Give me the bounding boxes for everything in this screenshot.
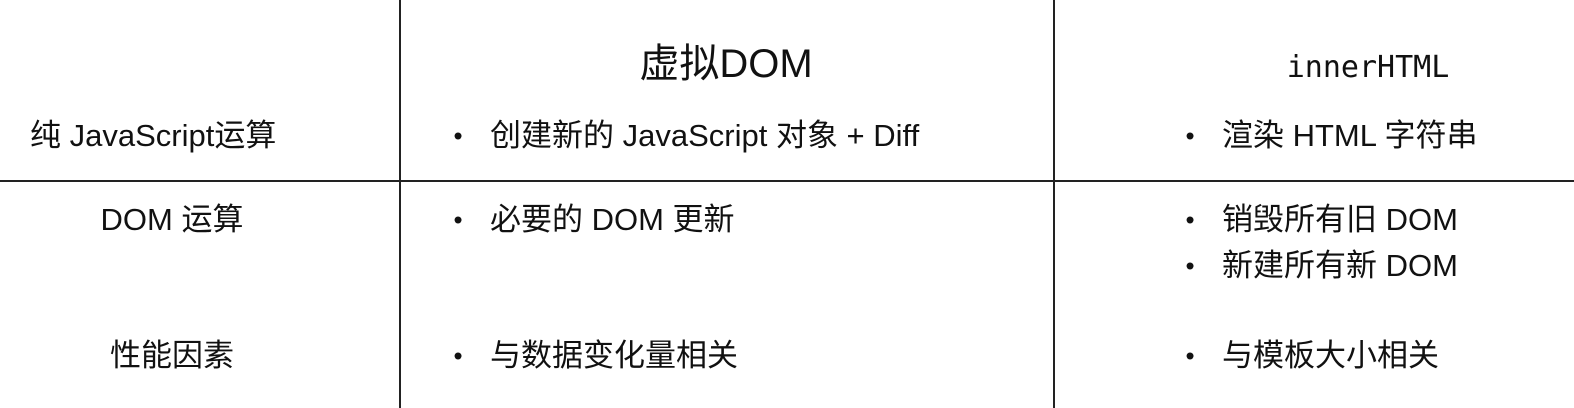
bullet-icon: • [1185,204,1195,235]
vdom-perf-item: 与数据变化量相关 [490,338,738,373]
column-divider-2 [1053,0,1055,408]
column-divider-1 [399,0,401,408]
row-divider [0,180,1574,182]
vdom-js-item: 创建新的 JavaScript 对象 + Diff [490,118,920,153]
bullet-icon: • [453,340,463,371]
bullet-icon: • [453,120,463,151]
bullet-icon: • [1185,250,1195,281]
innerhtml-dom-item-1: 销毁所有旧 DOM [1222,202,1458,237]
header-virtual-dom: 虚拟DOM [639,42,813,86]
innerhtml-perf-item: 与模板大小相关 [1222,338,1439,373]
bullet-icon: • [1185,340,1195,371]
innerhtml-dom-item-2: 新建所有新 DOM [1222,248,1458,283]
row-label-perf: 性能因素 [110,338,234,373]
row-label-js: 纯 JavaScript运算 [30,118,277,153]
bullet-icon: • [453,204,463,235]
header-innerhtml: innerHTML [1286,50,1450,85]
vdom-dom-item: 必要的 DOM 更新 [490,202,735,237]
innerhtml-js-item: 渲染 HTML 字符串 [1222,118,1478,153]
row-label-dom: DOM 运算 [100,202,244,237]
bullet-icon: • [1185,120,1195,151]
